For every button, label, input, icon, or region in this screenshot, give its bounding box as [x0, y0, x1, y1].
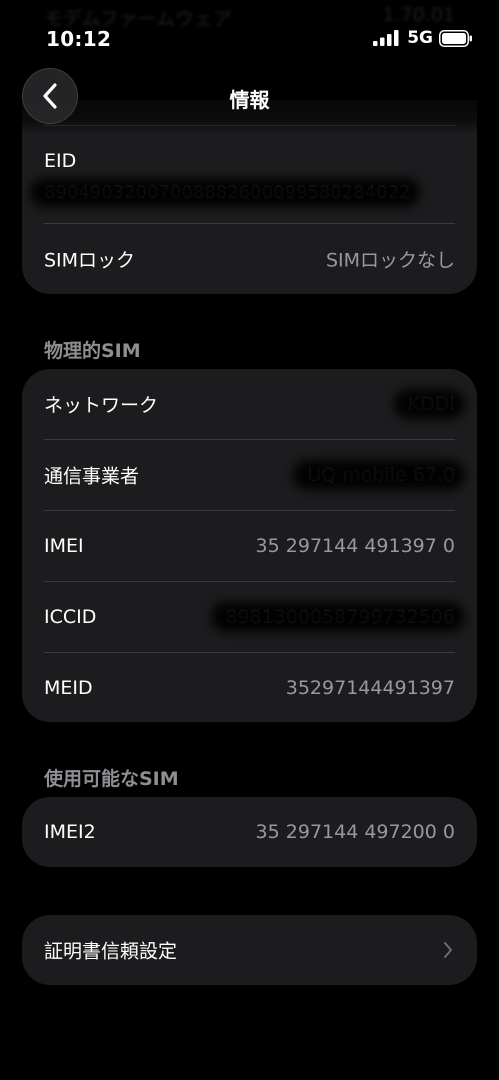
- eid-label: EID: [44, 150, 77, 172]
- status-indicators: 5G: [373, 28, 473, 48]
- section-header-physical-sim: 物理的SIM: [44, 340, 141, 362]
- network-value-text: KDDI: [407, 393, 455, 415]
- certificate-trust-card: 証明書信頼設定: [22, 915, 477, 985]
- meid-label: MEID: [44, 677, 93, 699]
- network-row[interactable]: ネットワーク KDDI: [22, 369, 477, 439]
- scrolled-row-value: 1.70.01: [382, 4, 455, 26]
- sim-lock-value: SIMロックなし: [325, 249, 455, 272]
- available-sim-card: IMEI2 35 297144 497200 0: [22, 797, 477, 867]
- navigation-bar: 情報: [0, 60, 499, 134]
- carrier-value-text: UQ mobile 67.0: [307, 464, 455, 486]
- page-title: 情報: [229, 88, 270, 112]
- carrier-label: 通信事業者: [44, 465, 140, 488]
- sim-lock-row[interactable]: SIMロック SIMロックなし: [22, 224, 477, 294]
- battery-icon: [439, 29, 472, 47]
- imei2-label: IMEI2: [44, 821, 96, 843]
- sim-lock-label: SIMロック: [44, 249, 136, 272]
- iccid-value-text: 8981300058799732506: [225, 606, 455, 628]
- imei2-row[interactable]: IMEI2 35 297144 497200 0: [22, 797, 477, 867]
- chevron-right-icon: [444, 942, 452, 958]
- imei-row[interactable]: IMEI 35 297144 491397 0: [22, 511, 477, 581]
- certificate-trust-label: 証明書信頼設定: [44, 940, 178, 963]
- eid-value: 89049032007008882600099580284022: [44, 182, 410, 203]
- carrier-value: UQ mobile 67.0: [307, 464, 455, 486]
- meid-row[interactable]: MEID 35297144491397: [22, 653, 477, 722]
- network-label: ネットワーク: [44, 394, 159, 417]
- status-time: 10:12: [46, 27, 112, 51]
- certificate-trust-settings-row[interactable]: 証明書信頼設定: [22, 915, 477, 985]
- cellular-signal-icon: [373, 30, 399, 46]
- imei-value: 35 297144 491397 0: [255, 535, 455, 557]
- iccid-label: ICCID: [44, 606, 97, 628]
- network-type: 5G: [407, 28, 433, 48]
- section-header-available-sim: 使用可能なSIM: [44, 768, 179, 790]
- physical-sim-card: ネットワーク KDDI 通信事業者 UQ mobile 67.0 IMEI 35…: [22, 369, 477, 722]
- meid-value: 35297144491397: [285, 677, 455, 699]
- carrier-row[interactable]: 通信事業者 UQ mobile 67.0: [22, 440, 477, 510]
- network-value: KDDI: [408, 393, 455, 415]
- imei-label: IMEI: [44, 535, 84, 557]
- iccid-row[interactable]: ICCID 8981300058799732506: [22, 582, 477, 652]
- status-bar: モデムファームウェア 1.70.01 10:12 5G: [0, 0, 499, 62]
- imei2-value: 35 297144 497200 0: [255, 821, 455, 843]
- iccid-value: 8981300058799732506: [225, 606, 455, 628]
- eid-value-text: 89049032007008882600099580284022: [44, 182, 411, 203]
